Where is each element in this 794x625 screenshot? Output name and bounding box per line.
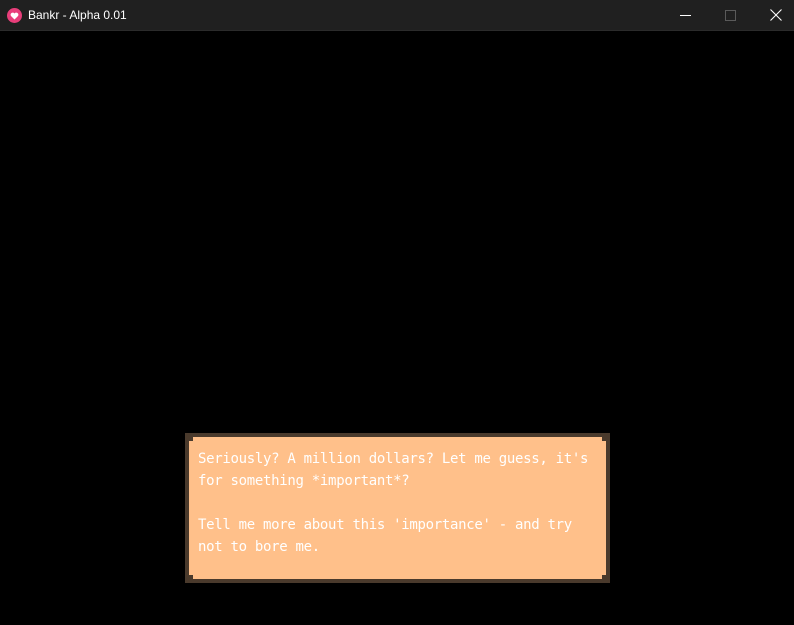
title-bar[interactable]: Bankr - Alpha 0.01 bbox=[0, 0, 794, 31]
close-icon bbox=[770, 6, 782, 25]
dialog-box[interactable]: Seriously? A million dollars? Let me gue… bbox=[185, 433, 610, 583]
dialog-paragraph: Tell me more about this 'importance' - a… bbox=[198, 517, 572, 555]
dialog-text: Seriously? A million dollars? Let me gue… bbox=[198, 448, 603, 558]
minimize-icon bbox=[679, 6, 691, 25]
heart-app-icon bbox=[7, 8, 22, 23]
dialog-paragraph: Seriously? A million dollars? Let me gue… bbox=[198, 451, 589, 489]
window-title: Bankr - Alpha 0.01 bbox=[28, 8, 127, 22]
app-window: Bankr - Alpha 0.01 Seriously? A million … bbox=[0, 0, 794, 625]
dialog-panel: Seriously? A million dollars? Let me gue… bbox=[189, 437, 606, 579]
maximize-icon bbox=[724, 6, 736, 25]
minimize-button[interactable] bbox=[662, 0, 708, 30]
close-button[interactable] bbox=[753, 0, 794, 30]
maximize-button[interactable] bbox=[707, 0, 753, 30]
